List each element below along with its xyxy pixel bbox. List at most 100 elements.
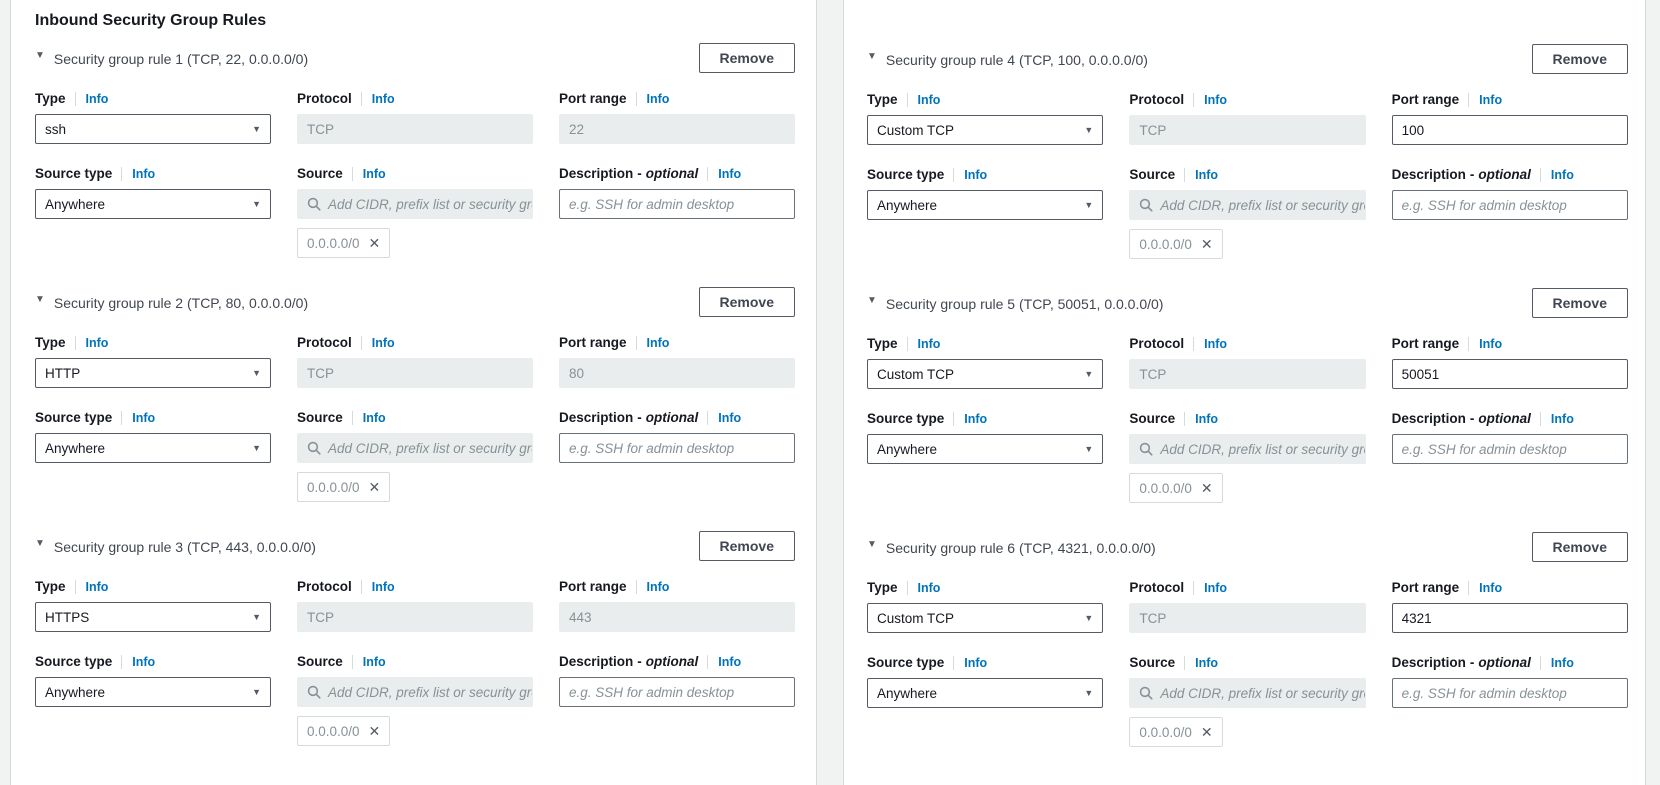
security-group-rule: ▼ Security group rule 3 (TCP, 443, 0.0.0… [35,531,795,746]
type-info-link[interactable]: Info [75,580,109,594]
source-token-row: 0.0.0.0/0 ✕ [35,716,795,746]
description-info-link[interactable]: Info [1540,168,1574,182]
collapse-triangle-icon: ▼ [35,49,45,63]
description-info-link[interactable]: Info [707,167,741,181]
description-label-optional: optional [1478,655,1531,670]
port-range-info-link[interactable]: Info [636,92,670,106]
protocol-info-link[interactable]: Info [361,336,395,350]
source-type-select[interactable]: Anywhere ▼ [867,190,1103,220]
source-input[interactable]: Add CIDR, prefix list or security group [297,677,533,707]
rule-collapse-toggle[interactable]: ▼ Security group rule 4 (TCP, 100, 0.0.0… [867,49,1148,69]
type-info-link[interactable]: Info [907,337,941,351]
protocol-info-link[interactable]: Info [361,92,395,106]
source-type-label: Source type Info [35,166,271,181]
type-info-link[interactable]: Info [907,93,941,107]
description-info-link[interactable]: Info [1540,656,1574,670]
source-label: Source Info [297,410,533,425]
type-select[interactable]: Custom TCP ▼ [867,115,1103,145]
remove-token-icon[interactable]: ✕ [369,236,381,250]
port-range-info-link[interactable]: Info [636,336,670,350]
source-input[interactable]: Add CIDR, prefix list or security group [1129,678,1365,708]
type-select[interactable]: HTTP ▼ [35,358,271,388]
description-input[interactable] [1392,434,1628,464]
collapse-triangle-icon: ▼ [35,293,45,307]
type-label-text: Type [867,580,898,595]
source-info-link[interactable]: Info [352,411,386,425]
type-select[interactable]: Custom TCP ▼ [867,603,1103,633]
source-input[interactable]: Add CIDR, prefix list or security group [297,189,533,219]
description-input[interactable] [559,433,795,463]
protocol-info-link[interactable]: Info [361,580,395,594]
source-info-link[interactable]: Info [352,167,386,181]
port-range-input[interactable] [1392,115,1628,145]
remove-token-icon[interactable]: ✕ [369,480,381,494]
description-info-link[interactable]: Info [707,411,741,425]
port-range-input[interactable] [1392,603,1628,633]
remove-rule-button[interactable]: Remove [1532,44,1628,74]
rule-collapse-toggle[interactable]: ▼ Security group rule 2 (TCP, 80, 0.0.0.… [35,292,308,312]
chevron-down-icon: ▼ [252,124,261,134]
source-type-label-text: Source type [35,654,112,669]
protocol-label: Protocol Info [297,335,533,350]
source-info-link[interactable]: Info [1184,656,1218,670]
port-range-info-link[interactable]: Info [636,580,670,594]
type-info-link[interactable]: Info [75,336,109,350]
source-type-select[interactable]: Anywhere ▼ [35,189,271,219]
rule-header-label: Security group rule 3 (TCP, 443, 0.0.0.0… [54,538,316,556]
rules-list-left: ▼ Security group rule 1 (TCP, 22, 0.0.0.… [35,43,795,746]
source-type-select[interactable]: Anywhere ▼ [35,677,271,707]
source-type-select[interactable]: Anywhere ▼ [35,433,271,463]
source-info-link[interactable]: Info [1184,168,1218,182]
remove-rule-button[interactable]: Remove [699,43,795,73]
description-label-text: Description [559,166,633,181]
remove-rule-button[interactable]: Remove [699,287,795,317]
protocol-info-link[interactable]: Info [1193,93,1227,107]
source-type-info-link[interactable]: Info [121,167,155,181]
type-select-value: Custom TCP [877,611,954,626]
description-input[interactable] [559,189,795,219]
chip-spacer [1392,473,1628,503]
description-input[interactable] [1392,190,1628,220]
source-type-select[interactable]: Anywhere ▼ [867,678,1103,708]
remove-token-icon[interactable]: ✕ [1201,237,1213,251]
remove-rule-button[interactable]: Remove [699,531,795,561]
source-info-link[interactable]: Info [352,655,386,669]
source-type-info-link[interactable]: Info [121,655,155,669]
remove-token-icon[interactable]: ✕ [1201,725,1213,739]
type-info-link[interactable]: Info [75,92,109,106]
rule-collapse-toggle[interactable]: ▼ Security group rule 3 (TCP, 443, 0.0.0… [35,536,316,556]
source-type-info-link[interactable]: Info [953,168,987,182]
source-info-link[interactable]: Info [1184,412,1218,426]
source-type-info-link[interactable]: Info [953,656,987,670]
source-type-select[interactable]: Anywhere ▼ [867,434,1103,464]
description-info-link[interactable]: Info [1540,412,1574,426]
remove-token-icon[interactable]: ✕ [369,724,381,738]
source-type-info-link[interactable]: Info [953,412,987,426]
description-label-dash: - [637,654,642,669]
remove-token-icon[interactable]: ✕ [1201,481,1213,495]
chip-spacer [559,228,795,258]
type-select[interactable]: Custom TCP ▼ [867,359,1103,389]
source-input[interactable]: Add CIDR, prefix list or security group [297,433,533,463]
source-input[interactable]: Add CIDR, prefix list or security group [1129,434,1365,464]
port-range-info-link[interactable]: Info [1468,581,1502,595]
port-range-input[interactable] [1392,359,1628,389]
description-input[interactable] [1392,678,1628,708]
rule-collapse-toggle[interactable]: ▼ Security group rule 1 (TCP, 22, 0.0.0.… [35,48,308,68]
remove-rule-button[interactable]: Remove [1532,288,1628,318]
rule-collapse-toggle[interactable]: ▼ Security group rule 5 (TCP, 50051, 0.0… [867,293,1163,313]
rule-collapse-toggle[interactable]: ▼ Security group rule 6 (TCP, 4321, 0.0.… [867,537,1156,557]
protocol-info-link[interactable]: Info [1193,337,1227,351]
source-input[interactable]: Add CIDR, prefix list or security group [1129,190,1365,220]
port-range-info-link[interactable]: Info [1468,337,1502,351]
port-range-label-text: Port range [1392,580,1460,595]
type-select[interactable]: HTTPS ▼ [35,602,271,632]
description-input[interactable] [559,677,795,707]
port-range-info-link[interactable]: Info [1468,93,1502,107]
description-info-link[interactable]: Info [707,655,741,669]
source-type-info-link[interactable]: Info [121,411,155,425]
type-info-link[interactable]: Info [907,581,941,595]
type-select[interactable]: ssh ▼ [35,114,271,144]
remove-rule-button[interactable]: Remove [1532,532,1628,562]
protocol-info-link[interactable]: Info [1193,581,1227,595]
